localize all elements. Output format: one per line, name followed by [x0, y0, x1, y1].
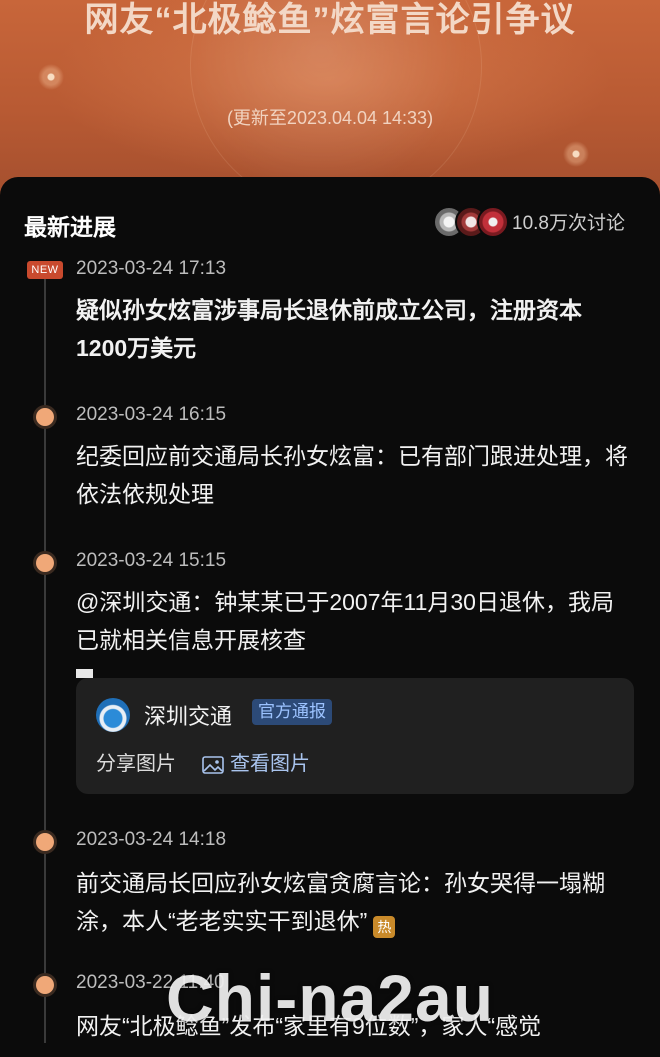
view-image-label: 查看图片 — [230, 753, 310, 775]
glow-dot — [38, 64, 64, 90]
timeline-time: 2023-03-24 14:18 — [76, 829, 227, 850]
shared-image-card[interactable]: 深圳交通 官方通报 分享图片 查看图片 — [76, 678, 634, 794]
discussion-count[interactable]: 10.8万次讨论 — [512, 208, 625, 235]
timeline-dot — [36, 408, 54, 426]
hot-icon: 热 — [373, 916, 396, 938]
timeline-item-text[interactable]: 纪委回应前交通局长孙女炫富：已有部门跟进处理，将依法依规处理 — [76, 437, 628, 513]
timeline-item-text: 前交通局长回应孙女炫富贪腐言论：孙女哭得一塌糊涂，本人“老老实实干到退休” — [76, 870, 605, 934]
timeline-item-text[interactable]: @深圳交通：钟某某已于2007年11月30日退休，我局已就相关信息开展核查 — [76, 583, 628, 659]
image-indicator — [76, 669, 93, 678]
image-icon — [202, 756, 224, 774]
timeline-item[interactable]: 前交通局长回应孙女炫富贪腐言论：孙女哭得一塌糊涂，本人“老老实实干到退休” 热 — [76, 864, 628, 940]
org-name[interactable]: 深圳交通 — [144, 699, 232, 731]
updated-timestamp: (更新至2023.04.04 14:33) — [226, 108, 434, 128]
avatar — [477, 206, 509, 238]
topic-title: 网友“北极鲶鱼”炫富言论引争议 — [84, 1, 576, 39]
timeline-time: 2023-03-24 15:15 — [76, 550, 227, 571]
timeline-dot — [36, 554, 54, 572]
new-badge: NEW — [27, 261, 63, 279]
section-title: 最新进展 — [24, 214, 116, 240]
participant-avatars[interactable] — [433, 206, 509, 238]
timeline-line — [44, 275, 46, 1043]
share-label: 分享图片 — [96, 753, 176, 775]
official-tag: 官方通报 — [252, 699, 332, 725]
timeline-dot — [36, 833, 54, 851]
glow-dot — [563, 141, 589, 167]
view-image-link[interactable]: 查看图片 — [202, 747, 310, 776]
timeline-time: 2023-03-24 16:15 — [76, 404, 227, 425]
timeline-item-text[interactable]: 疑似孙女炫富涉事局长退休前成立公司，注册资本1200万美元 — [76, 291, 628, 367]
topic-hero-banner: 网友“北极鲶鱼”炫富言论引争议 (更新至2023.04.04 14:33) — [0, 0, 660, 200]
shenzhen-transport-logo-icon — [96, 698, 130, 732]
watermark: Chi-na2au — [165, 961, 495, 1035]
timeline-time: 2023-03-24 17:13 — [76, 258, 227, 279]
